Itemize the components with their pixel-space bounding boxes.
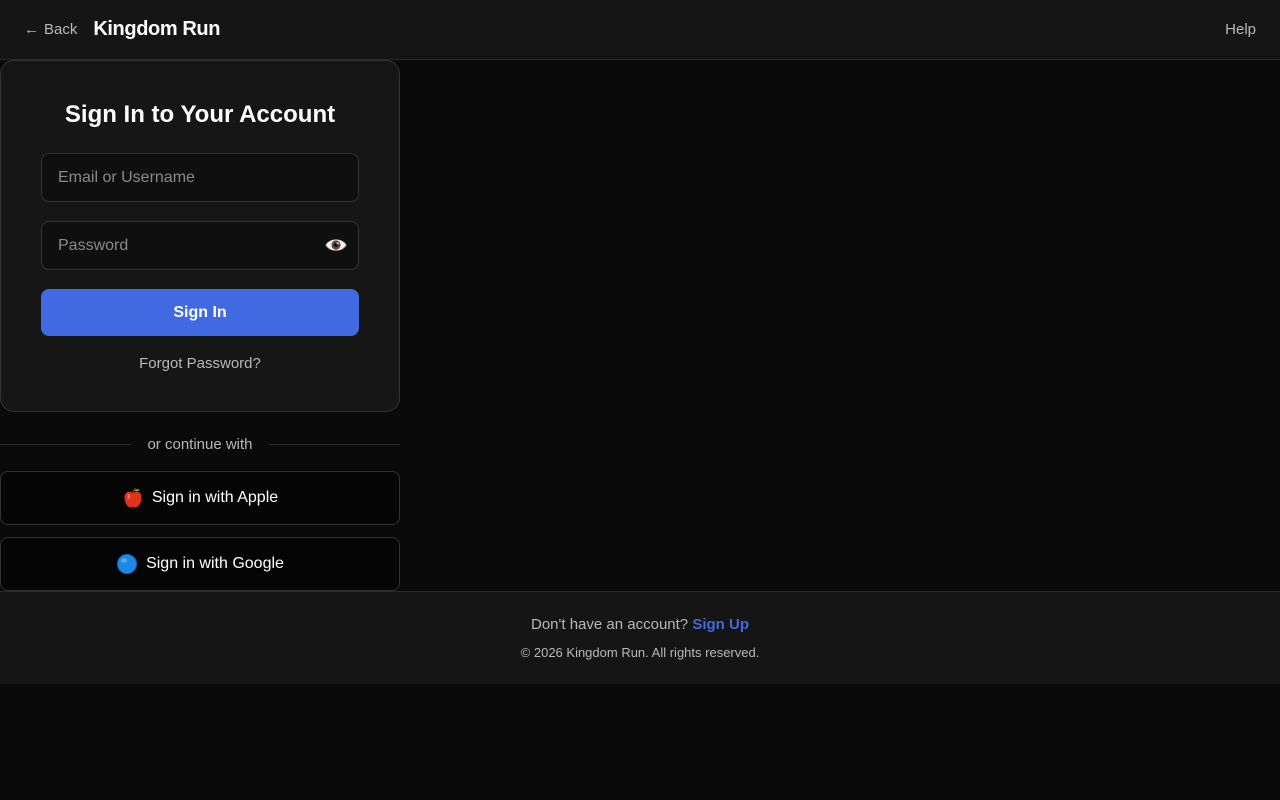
divider-line-right	[268, 443, 400, 445]
sign-in-card: Sign In to Your Account Sign In Forgot P…	[0, 60, 400, 412]
page-footer: Don't have an account? Sign Up © 2026 Ki…	[0, 591, 1280, 684]
divider-label: or continue with	[147, 435, 253, 453]
email-field-wrapper	[41, 153, 359, 202]
email-input[interactable]	[41, 153, 359, 202]
back-arrow-icon: ←	[24, 21, 39, 38]
sign-in-title: Sign In to Your Account	[64, 101, 336, 128]
google-icon	[116, 553, 138, 575]
back-link[interactable]: ← Back	[24, 21, 77, 38]
eye-icon[interactable]	[325, 234, 347, 256]
help-link[interactable]: Help	[1225, 21, 1256, 38]
or-divider: or continue with	[0, 432, 400, 456]
sign-in-button[interactable]: Sign In	[41, 289, 359, 336]
password-field-wrapper	[41, 221, 359, 270]
apple-sign-in-button[interactable]: Sign in with Apple	[0, 471, 400, 525]
apple-sign-in-label: Sign in with Apple	[151, 489, 279, 506]
apple-icon	[122, 487, 144, 509]
google-sign-in-button[interactable]: Sign in with Google	[0, 537, 400, 591]
forgot-password-link[interactable]: Forgot Password?	[41, 355, 359, 372]
back-label: Back	[44, 21, 78, 38]
signup-prompt: Don't have an account?	[531, 616, 689, 633]
divider-line-left	[0, 443, 132, 445]
copyright-text: © 2026 Kingdom Run. All rights reserved.	[520, 645, 760, 660]
top-bar: ← Back Kingdom Run Help	[0, 0, 1280, 60]
app-title: Kingdom Run	[93, 18, 221, 40]
signup-line: Don't have an account? Sign Up	[0, 616, 1280, 633]
password-input[interactable]	[41, 221, 359, 270]
sign-up-link[interactable]: Sign Up	[692, 616, 749, 633]
google-sign-in-label: Sign in with Google	[146, 555, 284, 572]
